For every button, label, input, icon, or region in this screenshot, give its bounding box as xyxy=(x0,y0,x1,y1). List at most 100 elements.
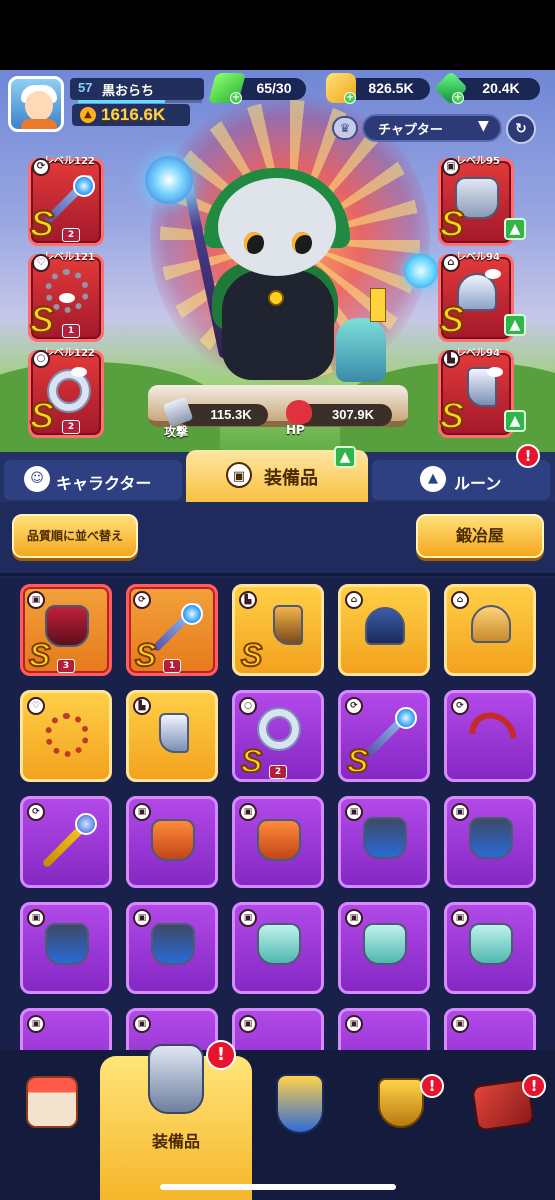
inventory-item-partial[interactable]: ▣ xyxy=(20,1008,112,1050)
inventory-item-staff[interactable]: ⟳ S xyxy=(338,690,430,782)
inventory-item-staff[interactable]: ⟳ S 1 xyxy=(126,584,218,676)
trophy-icon[interactable] xyxy=(378,1078,424,1128)
bell-icon xyxy=(268,290,284,306)
star-badge: 3 xyxy=(57,659,75,673)
armor-type-icon: ▣ xyxy=(442,158,460,176)
xp-bar-fill xyxy=(78,100,165,103)
grade-s: S xyxy=(28,637,51,673)
chapter-label: チャプター xyxy=(378,123,443,138)
inventory-item-necklace[interactable]: ♡ xyxy=(20,690,112,782)
notification-badge: ! xyxy=(522,1074,546,1098)
gold-add-icon[interactable]: + xyxy=(344,92,356,104)
sort-by-quality-button[interactable]: 品質順に並べ替え xyxy=(12,514,138,558)
tab-equipment-label: 装備品 xyxy=(264,468,318,489)
inventory-item-armor[interactable]: ▣ S 3 xyxy=(20,584,112,676)
inventory-item-armor[interactable]: ▣ xyxy=(126,796,218,888)
xp-bar xyxy=(78,100,202,103)
grade-s: S xyxy=(439,395,465,436)
energy-add-icon[interactable]: + xyxy=(230,92,242,104)
gems-add-icon[interactable]: + xyxy=(452,92,464,104)
inventory-item-boots[interactable]: ▙ S xyxy=(232,584,324,676)
inventory-item-armor[interactable]: ▣ xyxy=(232,796,324,888)
inventory-item-mask-helmet[interactable]: ⌂ xyxy=(338,584,430,676)
grade-s: S xyxy=(439,299,465,340)
star-badge: 1 xyxy=(163,659,181,673)
gems-value: 20.4K xyxy=(482,80,520,96)
inventory-item-helmet[interactable]: ⌂ xyxy=(444,584,536,676)
ring-type-icon: ○ xyxy=(32,350,50,368)
slot-level: レベル121 xyxy=(44,252,95,263)
status-bar xyxy=(0,0,555,70)
power-value: 1616.6K xyxy=(101,105,166,124)
inventory-grid: ▣ S 3 ⟳ S 1 ▙ S ⌂ ⌂ ♡ ▙ ○ S 2 ⟳ S ⟳ ⟳ ▣ … xyxy=(0,578,555,1050)
inventory-item-partial[interactable]: ▣ xyxy=(338,1008,430,1050)
chevron-down-icon: ▼ xyxy=(478,118,489,134)
notification-badge: ! xyxy=(420,1074,444,1098)
player-level: 57 xyxy=(78,80,93,95)
slot-level: レベル122 xyxy=(44,348,95,359)
character-eye-right xyxy=(292,232,312,254)
character-head[interactable] xyxy=(218,178,336,276)
grade-s: S xyxy=(240,637,263,673)
rune-icon: ▲ xyxy=(420,466,446,492)
upgrade-arrow-icon: ▲ xyxy=(334,446,356,468)
inventory-item-cape-armor[interactable]: ▣ xyxy=(20,902,112,994)
notification-badge: ! xyxy=(206,1040,236,1070)
bottom-nav xyxy=(0,1050,555,1200)
energy-value: 65/30 xyxy=(256,80,292,96)
inventory-item-scepter[interactable]: ⟳ xyxy=(20,796,112,888)
blacksmith-button[interactable]: 鍛冶屋 xyxy=(416,514,544,558)
attack-label: 攻撃 xyxy=(164,425,189,439)
helmet-type-icon: ⌂ xyxy=(442,254,460,272)
upgrade-arrow-icon[interactable]: ▲ xyxy=(504,410,526,432)
tab-runes-label: ルーン xyxy=(454,474,502,493)
inventory-item-vest[interactable]: ▣ xyxy=(338,902,430,994)
notification-badge: ! xyxy=(516,444,540,468)
inventory-item-vest[interactable]: ▣ xyxy=(444,902,536,994)
grade-s: S xyxy=(29,299,55,340)
heart-icon xyxy=(286,400,312,424)
gold-value: 826.5K xyxy=(368,80,414,96)
shield-icon[interactable] xyxy=(276,1074,324,1134)
equipment-icon: ▣ xyxy=(226,462,252,488)
nav-equipment-label: 装備品 xyxy=(151,1132,200,1151)
inventory-item-partial[interactable]: ▣ xyxy=(444,1008,536,1050)
tab-character-label: キャラクター xyxy=(56,474,152,493)
hp-value: 307.9K xyxy=(332,407,374,422)
player-avatar[interactable] xyxy=(8,76,64,132)
power-icon: ▲ xyxy=(80,107,96,123)
inventory-item-bow[interactable]: ⟳ xyxy=(444,690,536,782)
crown-icon[interactable]: ♛ xyxy=(332,116,358,140)
player-name: 黒おらち xyxy=(102,84,155,99)
swap-icon[interactable]: ↻ xyxy=(506,114,536,144)
star-badge: 2 xyxy=(62,228,80,242)
slot-level: レベル94 xyxy=(456,348,500,359)
inventory-item-ring[interactable]: ○ S 2 xyxy=(232,690,324,782)
slot-level: レベル94 xyxy=(456,252,500,263)
weapon-type-icon: ⟳ xyxy=(32,158,50,176)
shop-icon[interactable] xyxy=(26,1076,78,1128)
inventory-item-cape-armor[interactable]: ▣ xyxy=(126,902,218,994)
star-badge: 2 xyxy=(62,420,80,434)
grade-s: S xyxy=(439,203,465,244)
inventory-item-partial[interactable]: ▣ xyxy=(232,1008,324,1050)
star-badge: 1 xyxy=(62,324,80,338)
grade-s: S xyxy=(29,395,55,436)
inventory-item-boots[interactable]: ▙ xyxy=(126,690,218,782)
necklace-type-icon: ♡ xyxy=(32,254,50,272)
upgrade-arrow-icon[interactable]: ▲ xyxy=(504,314,526,336)
grade-s: S xyxy=(134,637,157,673)
grade-s: S xyxy=(346,743,369,779)
inventory-item-vest[interactable]: ▣ xyxy=(232,902,324,994)
grade-s: S xyxy=(240,743,263,779)
staff-orb xyxy=(145,156,193,204)
upgrade-arrow-icon[interactable]: ▲ xyxy=(504,218,526,240)
slot-level: レベル122 xyxy=(44,156,95,167)
inventory-item-cape-armor[interactable]: ▣ xyxy=(338,796,430,888)
inventory-item-cape-armor[interactable]: ▣ xyxy=(444,796,536,888)
pet-companion[interactable] xyxy=(336,318,386,382)
pet-talisman xyxy=(370,288,386,322)
character-eye-left xyxy=(244,232,264,254)
equipment-armor-icon xyxy=(148,1044,204,1114)
hp-label: HP xyxy=(286,423,305,437)
